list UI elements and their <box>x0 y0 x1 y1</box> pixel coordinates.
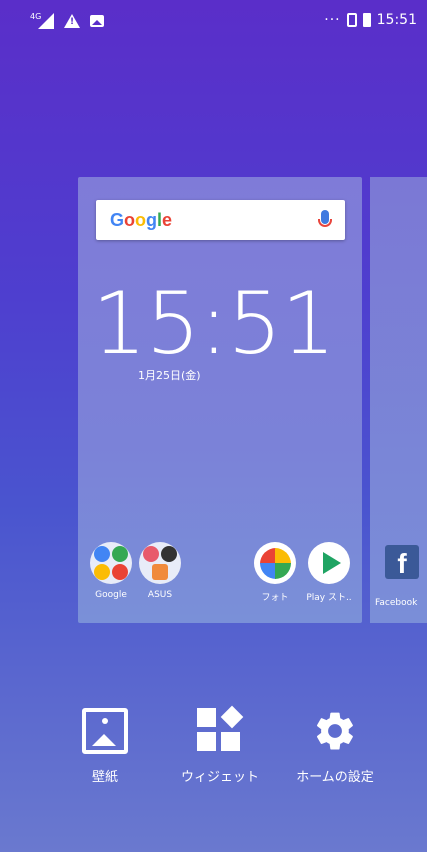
app-play-store[interactable]: Play スト.. <box>299 542 359 603</box>
widgets-button[interactable]: ウィジェット <box>170 705 270 785</box>
home-settings-label: ホームの設定 <box>296 770 374 785</box>
wallpaper-button[interactable]: 壁紙 <box>70 708 140 785</box>
widgets-label: ウィジェット <box>180 770 259 785</box>
status-time: 15:51 <box>376 12 417 28</box>
warning-icon: ! <box>64 14 80 28</box>
microphone-icon[interactable] <box>318 210 332 227</box>
battery-icon <box>362 13 371 27</box>
google-search-widget[interactable]: Google <box>96 200 345 240</box>
status-bar: 4G ! ··· 15:51 <box>0 0 427 42</box>
facebook-icon[interactable]: f <box>385 545 419 579</box>
wallpaper-icon <box>82 708 128 754</box>
gear-icon <box>312 708 358 754</box>
app-label-facebook: Facebook <box>375 598 418 608</box>
play-store-icon <box>308 542 350 584</box>
signal-4g-icon: 4G <box>30 12 54 29</box>
asus-folder-icon <box>139 542 181 584</box>
google-folder-icon <box>90 542 132 584</box>
more-notifications-indicator: ··· <box>324 12 341 28</box>
photos-icon <box>254 542 296 584</box>
clock-widget-date: 1月25日(金) <box>138 369 201 382</box>
home-settings-button[interactable]: ホームの設定 <box>285 708 385 785</box>
app-photos[interactable]: フォト <box>245 542 305 603</box>
app-label: Play スト.. <box>306 593 352 603</box>
app-label: ASUS <box>147 590 173 600</box>
widgets-icon <box>197 705 244 754</box>
app-label: フォト <box>261 593 289 603</box>
vibrate-icon <box>346 13 357 27</box>
app-asus-folder[interactable]: ASUS <box>130 542 190 600</box>
google-logo: Google <box>110 210 173 230</box>
image-icon <box>90 15 104 27</box>
home-screen-preview[interactable]: Google 15:51 1月25日(金) Google ASUS フォト Pl… <box>78 177 362 623</box>
clock-widget-time[interactable]: 15:51 <box>92 274 336 374</box>
wallpaper-label: 壁紙 <box>91 770 118 785</box>
